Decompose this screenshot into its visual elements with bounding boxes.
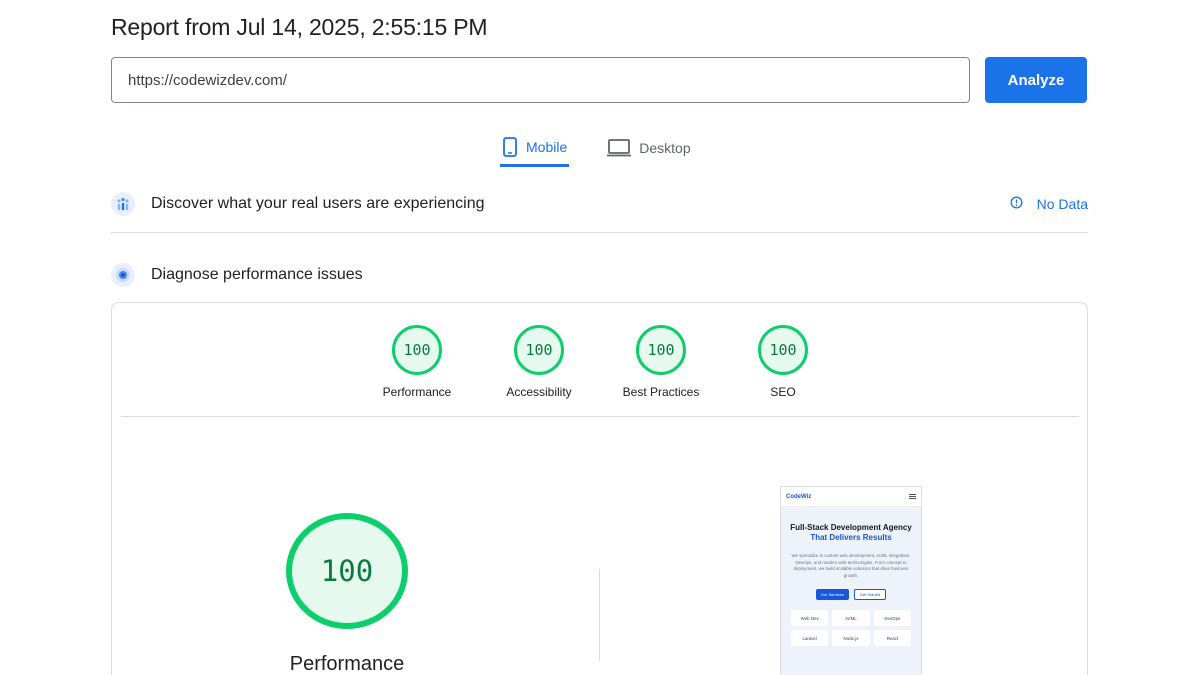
gauge-seo[interactable]: 100 SEO <box>728 325 838 399</box>
diagnose-label: Diagnose performance issues <box>151 266 363 283</box>
card-divider <box>121 416 1079 417</box>
tab-desktop[interactable]: Desktop <box>605 130 692 166</box>
gauge-performance[interactable]: 100 Performance <box>362 325 472 399</box>
tab-mobile[interactable]: Mobile <box>500 130 570 167</box>
lighthouse-icon <box>111 263 135 287</box>
monitor-icon <box>607 139 632 157</box>
diagnose-section: Diagnose performance issues <box>111 262 1088 288</box>
tab-desktop-label: Desktop <box>639 140 691 156</box>
preview-buttons: Our Services Get Started <box>789 589 913 600</box>
section-divider <box>111 232 1088 233</box>
preview-brand: CodeWiz <box>786 493 812 500</box>
vertical-divider <box>599 569 600 661</box>
gauge-best-practices[interactable]: 100 Best Practices <box>606 325 716 399</box>
real-users-label: Discover what your real users are experi… <box>151 195 485 212</box>
preview-hero: Full-Stack Development Agency That Deliv… <box>781 507 921 675</box>
preview-primary-button: Our Services <box>815 589 849 600</box>
preview-chip: AI/ML <box>832 610 870 626</box>
preview-chip: DevOps <box>873 610 911 626</box>
gauge-accessibility[interactable]: 100 Accessibility <box>484 325 594 399</box>
page-screenshot-preview[interactable]: CodeWiz Full-Stack Development Agency Th… <box>780 486 922 675</box>
gauge-best-practices-label: Best Practices <box>622 385 700 399</box>
gauge-accessibility-value: 100 <box>514 325 564 375</box>
preview-navbar: CodeWiz <box>781 487 921 507</box>
gauge-seo-label: SEO <box>770 385 796 399</box>
no-data-label: No Data <box>1036 196 1088 212</box>
preview-headline: Full-Stack Development Agency That Deliv… <box>789 523 913 543</box>
device-tabs: Mobile Desktop <box>500 130 693 168</box>
preview-secondary-button: Get Started <box>853 589 887 600</box>
gauge-performance-value: 100 <box>392 325 442 375</box>
preview-chip: React <box>873 630 911 646</box>
phone-icon <box>502 137 518 157</box>
url-input[interactable] <box>111 57 970 103</box>
preview-chip: Node.js <box>832 630 870 646</box>
gauge-performance-label: Performance <box>382 385 452 399</box>
report-card: 100 Performance 100 Accessibility 100 Be… <box>111 302 1088 675</box>
preview-chip-grid: Web Dev AI/ML DevOps Laravel Node.js Rea… <box>789 610 913 646</box>
preview-paragraph: We specialize in custom web development,… <box>791 553 911 578</box>
preview-chip: Web Dev <box>791 610 829 626</box>
preview-headline-text: Full-Stack Development Agency <box>790 523 912 532</box>
preview-headline-accent: That Delivers Results <box>810 533 892 542</box>
score-gauges: 100 Performance 100 Accessibility 100 Be… <box>112 325 1087 405</box>
hamburger-menu-icon <box>909 494 916 499</box>
analyze-button[interactable]: Analyze <box>985 57 1087 103</box>
gauge-seo-value: 100 <box>758 325 808 375</box>
main-performance-label: Performance <box>289 653 405 675</box>
gauge-accessibility-label: Accessibility <box>506 385 572 399</box>
real-users-section: Discover what your real users are experi… <box>111 191 1088 217</box>
info-icon <box>1010 196 1023 212</box>
gauge-best-practices-value: 100 <box>636 325 686 375</box>
main-performance-gauge: 100 <box>286 513 408 629</box>
tab-mobile-label: Mobile <box>526 139 568 155</box>
users-chart-icon <box>111 192 135 216</box>
preview-chip: Laravel <box>791 630 829 646</box>
report-title: Report from Jul 14, 2025, 2:55:15 PM <box>111 14 488 40</box>
no-data-status[interactable]: No Data <box>1010 196 1088 212</box>
